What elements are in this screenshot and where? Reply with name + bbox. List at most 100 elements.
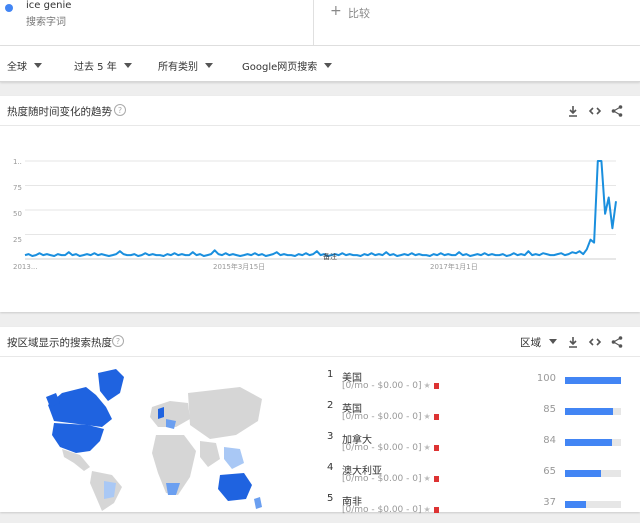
region-bar-track bbox=[565, 470, 621, 477]
filter-search-type[interactable]: Google网页搜索 bbox=[242, 58, 333, 73]
search-term-card[interactable]: ice genie 搜索字词 bbox=[0, 0, 314, 46]
region-bar bbox=[565, 470, 602, 477]
interest-by-region-card: 按区域显示的搜索热度 ? 区域 1 美国 [0/mo - $0.00 - 0] … bbox=[0, 327, 640, 515]
interest-over-time-title: 热度随时间变化的趋势 bbox=[7, 106, 112, 118]
region-value: 84 bbox=[543, 435, 556, 446]
region-row[interactable]: 4 澳大利亚 [0/mo - $0.00 - 0] ★ 65 bbox=[322, 462, 640, 492]
region-meta: [0/mo - $0.00 - 0] ★ bbox=[342, 505, 439, 515]
region-bar-track bbox=[565, 501, 621, 508]
region-bar bbox=[565, 439, 613, 446]
chevron-down-icon bbox=[324, 63, 333, 68]
y-tick-label: 1.. bbox=[13, 158, 22, 166]
term-name: ice genie bbox=[26, 0, 72, 11]
trash-icon[interactable] bbox=[433, 476, 439, 482]
y-tick-label: 25 bbox=[13, 236, 22, 244]
filter-time-label: 过去 5 年 bbox=[74, 62, 117, 73]
term-color-dot bbox=[5, 4, 13, 12]
map-region-india[interactable] bbox=[200, 441, 220, 467]
region-meta: [0/mo - $0.00 - 0] ★ bbox=[342, 412, 439, 422]
region-value: 100 bbox=[536, 373, 556, 384]
region-bar bbox=[565, 377, 621, 384]
download-icon[interactable] bbox=[566, 335, 580, 349]
interest-over-time-card: 热度随时间变化的趋势 ? 1.. 75 50 25 2013... 2015年3… bbox=[0, 96, 640, 312]
filter-region-label: 全球 bbox=[7, 62, 27, 73]
card-header: 热度随时间变化的趋势 ? bbox=[0, 96, 640, 126]
interest-over-time-chart[interactable]: 1.. 75 50 25 2013... 2015年3月15日 2017年1月1… bbox=[0, 126, 640, 312]
trash-icon[interactable] bbox=[433, 507, 439, 513]
region-rank: 3 bbox=[327, 431, 334, 442]
region-meta-text: [0/mo - $0.00 - 0] bbox=[342, 412, 422, 422]
trash-icon[interactable] bbox=[433, 414, 439, 420]
chevron-down-icon bbox=[34, 63, 42, 68]
chart-note-label[interactable]: 备注 bbox=[323, 252, 337, 261]
map-region-asia[interactable] bbox=[188, 387, 262, 439]
embed-icon[interactable] bbox=[588, 104, 602, 118]
region-rank: 4 bbox=[327, 462, 334, 473]
world-map[interactable] bbox=[40, 363, 270, 512]
region-row[interactable]: 5 南非 [0/mo - $0.00 - 0] ★ 37 bbox=[322, 493, 640, 523]
star-icon[interactable]: ★ bbox=[423, 381, 430, 390]
filter-category-label: 所有类别 bbox=[158, 62, 198, 73]
chart-gridlines bbox=[25, 160, 616, 260]
embed-icon[interactable] bbox=[588, 335, 602, 349]
region-bar bbox=[565, 408, 613, 415]
chevron-down-icon bbox=[549, 339, 557, 344]
map-region-australia[interactable] bbox=[218, 473, 252, 501]
region-meta-text: [0/mo - $0.00 - 0] bbox=[342, 505, 422, 515]
search-term-bar: ice genie 搜索字词 + 比较 bbox=[0, 0, 640, 46]
filter-search-type-label: Google网页搜索 bbox=[242, 62, 318, 73]
trash-icon[interactable] bbox=[433, 445, 439, 451]
share-icon[interactable] bbox=[610, 104, 624, 118]
region-resolution-dropdown[interactable]: 区域 bbox=[520, 335, 557, 350]
region-meta: [0/mo - $0.00 - 0] ★ bbox=[342, 381, 439, 391]
star-icon[interactable]: ★ bbox=[423, 412, 430, 421]
chevron-down-icon bbox=[205, 63, 213, 68]
compare-label: 比较 bbox=[348, 7, 370, 20]
star-icon[interactable]: ★ bbox=[423, 505, 430, 514]
region-dropdown-label: 区域 bbox=[520, 337, 541, 349]
region-bar-track bbox=[565, 439, 621, 446]
star-icon[interactable]: ★ bbox=[423, 443, 430, 452]
trash-icon[interactable] bbox=[433, 383, 439, 389]
region-rank: 1 bbox=[327, 369, 334, 380]
region-meta-text: [0/mo - $0.00 - 0] bbox=[342, 443, 422, 453]
region-meta: [0/mo - $0.00 - 0] ★ bbox=[342, 443, 439, 453]
star-icon[interactable]: ★ bbox=[423, 474, 430, 483]
region-row[interactable]: 2 英国 [0/mo - $0.00 - 0] ★ 85 bbox=[322, 400, 640, 430]
region-row[interactable]: 1 美国 [0/mo - $0.00 - 0] ★ 100 bbox=[322, 369, 640, 399]
region-bar bbox=[565, 501, 586, 508]
download-icon[interactable] bbox=[566, 104, 580, 118]
region-value: 85 bbox=[543, 404, 556, 415]
map-region-new-zealand[interactable] bbox=[254, 497, 262, 509]
region-rank: 2 bbox=[327, 400, 334, 411]
filter-category[interactable]: 所有类别 bbox=[158, 58, 213, 73]
region-value: 65 bbox=[543, 466, 556, 477]
map-region-southeast-asia[interactable] bbox=[224, 447, 244, 469]
region-bar-track bbox=[565, 377, 621, 384]
map-region-greenland[interactable] bbox=[98, 369, 124, 401]
share-icon[interactable] bbox=[610, 335, 624, 349]
map-region-united-states[interactable] bbox=[52, 423, 104, 453]
region-meta: [0/mo - $0.00 - 0] ★ bbox=[342, 474, 439, 484]
plus-icon: + bbox=[330, 3, 342, 19]
y-axis-labels: 1.. 75 50 25 bbox=[13, 158, 22, 244]
y-tick-label: 75 bbox=[13, 184, 22, 192]
filter-region[interactable]: 全球 bbox=[7, 58, 42, 73]
term-type: 搜索字词 bbox=[26, 17, 66, 28]
region-row[interactable]: 3 加拿大 [0/mo - $0.00 - 0] ★ 84 bbox=[322, 431, 640, 461]
help-icon[interactable]: ? bbox=[112, 335, 124, 347]
region-meta-text: [0/mo - $0.00 - 0] bbox=[342, 474, 422, 484]
help-icon[interactable]: ? bbox=[114, 104, 126, 116]
filter-bar: 全球 过去 5 年 所有类别 Google网页搜索 bbox=[0, 46, 640, 82]
x-tick-label: 2015年3月15日 bbox=[213, 262, 265, 271]
filter-time[interactable]: 过去 5 年 bbox=[74, 58, 132, 73]
map-region-united-kingdom[interactable] bbox=[158, 407, 164, 419]
chevron-down-icon bbox=[123, 63, 132, 68]
region-value: 37 bbox=[543, 497, 556, 508]
compare-button[interactable]: + 比较 bbox=[314, 0, 640, 46]
x-tick-label: 2013... bbox=[13, 263, 38, 271]
interest-by-region-title: 按区域显示的搜索热度 bbox=[7, 337, 112, 349]
region-bar-track bbox=[565, 408, 621, 415]
region-rank: 5 bbox=[327, 493, 334, 504]
card-header: 按区域显示的搜索热度 ? 区域 bbox=[0, 327, 640, 357]
